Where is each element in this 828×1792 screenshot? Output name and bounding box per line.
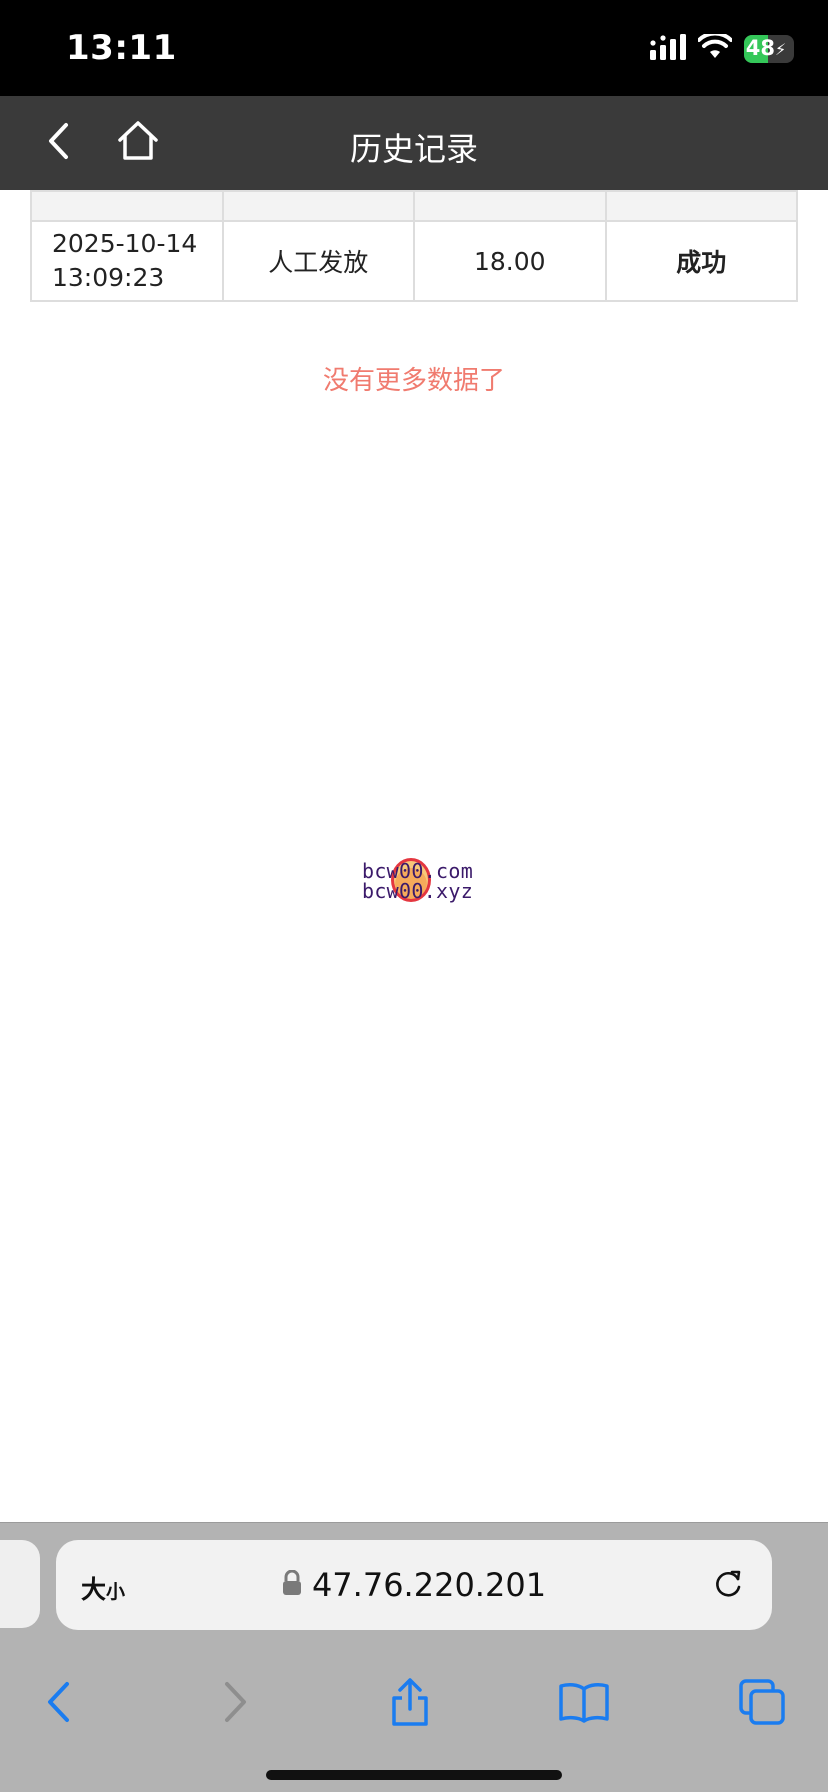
history-table: 2025-10-14 13:09:23 人工发放 18.00 成功 bbox=[30, 190, 798, 302]
battery-label: 48⚡ bbox=[745, 36, 787, 60]
book-icon bbox=[558, 1681, 610, 1728]
browser-toolbar: 大小 47.76.220.201 bbox=[0, 1522, 828, 1792]
page-title: 历史记录 bbox=[349, 130, 478, 168]
address-bar[interactable]: 大小 47.76.220.201 bbox=[56, 1540, 772, 1630]
watermark: bcw00.com bcw00.xyz bbox=[362, 858, 482, 906]
record-datetime: 2025-10-14 13:09:23 bbox=[30, 220, 224, 302]
table-header-cell bbox=[413, 190, 607, 222]
no-more-data-text: 没有更多数据了 bbox=[322, 366, 505, 396]
record-type: 人工发放 bbox=[221, 220, 415, 302]
bookmarks-button[interactable] bbox=[556, 1676, 612, 1732]
browser-back-button[interactable] bbox=[30, 1676, 86, 1732]
table-row: 2025-10-14 13:09:23 人工发放 18.00 成功 bbox=[30, 220, 798, 302]
status-time: 13:11 bbox=[66, 28, 177, 68]
status-bar: 13:11 48⚡ bbox=[0, 0, 828, 96]
share-button[interactable] bbox=[382, 1676, 438, 1732]
lock-icon bbox=[282, 1569, 302, 1601]
divider bbox=[0, 1522, 828, 1523]
tabs-icon bbox=[738, 1678, 786, 1731]
record-time: 13:09:23 bbox=[52, 263, 165, 292]
table-header-cell bbox=[604, 190, 798, 222]
table-header-row bbox=[30, 190, 798, 222]
record-date: 2025-10-14 bbox=[52, 229, 198, 258]
table-header-cell bbox=[30, 190, 224, 222]
screen: 13:11 48⚡ 历史记录 2025-10-14 13:09:23 人工发放 … bbox=[0, 0, 828, 1792]
nav-header: 历史记录 bbox=[0, 96, 828, 190]
chevron-left-icon bbox=[45, 1681, 71, 1728]
status-icons: 48⚡ bbox=[650, 31, 794, 65]
record-status: 成功 bbox=[604, 220, 798, 302]
signal-icon bbox=[650, 33, 686, 65]
url-text: 47.76.220.201 bbox=[311, 1566, 547, 1604]
browser-forward-button[interactable] bbox=[208, 1676, 264, 1732]
previous-tab-peek[interactable] bbox=[0, 1540, 40, 1628]
home-indicator[interactable] bbox=[266, 1770, 562, 1780]
battery-icon: 48⚡ bbox=[744, 35, 794, 63]
reload-button[interactable] bbox=[708, 1565, 748, 1605]
record-amount: 18.00 bbox=[413, 220, 607, 302]
share-icon bbox=[388, 1677, 432, 1732]
watermark-line2: bcw00.xyz bbox=[362, 879, 474, 903]
reload-icon bbox=[711, 1566, 745, 1605]
table-header-cell bbox=[221, 190, 415, 222]
url-group[interactable]: 47.76.220.201 bbox=[56, 1566, 772, 1604]
chevron-right-icon bbox=[223, 1681, 249, 1728]
wifi-icon bbox=[697, 31, 733, 65]
tabs-button[interactable] bbox=[734, 1676, 790, 1732]
